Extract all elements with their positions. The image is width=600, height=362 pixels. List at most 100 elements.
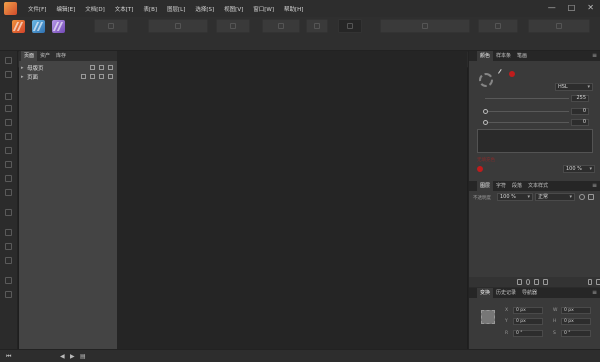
document-setup-button[interactable] (94, 19, 128, 33)
brush-tool-icon[interactable] (5, 133, 12, 140)
fill-color-swatch[interactable] (509, 71, 515, 77)
hand-tool-icon[interactable] (5, 277, 12, 284)
trash-icon[interactable] (596, 279, 600, 285)
add-page-icon[interactable] (90, 65, 95, 70)
slider-knob[interactable] (483, 109, 488, 114)
slider-lightness[interactable]: 0 (479, 119, 589, 126)
tab-transform[interactable]: 变换 (477, 288, 494, 298)
menu-layer[interactable]: 图层[L] (167, 5, 185, 13)
h-field[interactable]: 0 px (561, 318, 591, 325)
pages-row[interactable]: ▸ 页面 (19, 73, 117, 81)
delete-page-icon[interactable] (108, 65, 113, 70)
publisher-persona-icon[interactable] (12, 20, 25, 33)
preview-mode-button[interactable] (338, 19, 362, 33)
gear-icon[interactable] (579, 194, 585, 200)
master-pages-row[interactable]: ▸ 母版页 (19, 64, 117, 72)
slider-value[interactable]: 0 (571, 108, 589, 115)
group-icon[interactable] (543, 279, 548, 285)
move-tool-icon[interactable] (5, 57, 12, 64)
tab-history[interactable]: 历史记录 (493, 288, 519, 298)
tab-character[interactable]: 字符 (493, 181, 509, 191)
tab-swatches[interactable]: 样本条 (493, 51, 514, 61)
first-page-icon[interactable]: ⏮ (6, 353, 11, 360)
slider-saturation[interactable]: 0 (479, 108, 589, 115)
fill-stroke-selector[interactable] (479, 73, 493, 87)
zoom-tool-icon[interactable] (5, 291, 12, 298)
tab-color[interactable]: 颜色 (477, 51, 494, 61)
slider-hue[interactable]: 255 (479, 95, 589, 102)
color-picker-icon[interactable] (498, 69, 505, 76)
panel-menu-icon[interactable]: ≡ (592, 289, 597, 296)
blend-mode-select[interactable]: 正常 ▾ (535, 193, 575, 201)
menu-window[interactable]: 窗口[W] (253, 5, 274, 13)
align-buttons[interactable] (478, 19, 518, 33)
shear-field[interactable]: 0 ° (561, 330, 591, 337)
page-icon[interactable]: ▤ (80, 353, 86, 360)
pencil-tool-icon[interactable] (5, 105, 12, 112)
table-tool-icon[interactable] (5, 189, 12, 196)
close-icon[interactable]: ✕ (587, 3, 594, 12)
fill-tool-icon[interactable] (5, 229, 12, 236)
mask-icon[interactable] (517, 279, 522, 285)
prev-page-icon[interactable]: ◀ (60, 353, 65, 360)
color-opacity-field[interactable]: 100 % ▾ (563, 165, 595, 173)
document-canvas[interactable] (117, 51, 467, 349)
crop-tool-icon[interactable] (5, 209, 12, 216)
duplicate-page-icon[interactable] (99, 74, 104, 79)
insert-buttons[interactable] (528, 19, 590, 33)
menu-edit[interactable]: 编辑[E] (56, 5, 75, 13)
snapping-button[interactable] (262, 19, 300, 33)
menu-document[interactable]: 文档[D] (85, 5, 105, 13)
tab-stock[interactable]: 库存 (53, 51, 69, 61)
slider-value[interactable]: 255 (571, 95, 589, 102)
arrange-button[interactable] (216, 19, 250, 33)
boolean-ops-buttons[interactable] (380, 19, 470, 33)
gradient-tool-icon[interactable] (5, 243, 12, 250)
panel-menu-icon[interactable]: ≡ (592, 52, 597, 59)
panel-menu-icon[interactable]: ≡ (592, 182, 597, 189)
tab-pages[interactable]: 页面 (21, 51, 38, 61)
menu-help[interactable]: 帮助[H] (284, 5, 303, 13)
picker-tool-icon[interactable] (5, 257, 12, 264)
spread-icon[interactable] (81, 74, 86, 79)
view-mode-buttons[interactable] (148, 19, 208, 33)
menu-file[interactable]: 文件[F] (28, 5, 46, 13)
slider-knob[interactable] (483, 120, 488, 125)
tab-assets[interactable]: 资产 (37, 51, 53, 61)
tab-stroke[interactable]: 笔画 (514, 51, 530, 61)
layer-opacity-select[interactable]: 100 % ▾ (497, 193, 533, 201)
duplicate-page-icon[interactable] (99, 65, 104, 70)
next-page-icon[interactable]: ▶ (70, 353, 75, 360)
add-page-icon[interactable] (90, 74, 95, 79)
tab-layers[interactable]: 图层 (477, 181, 494, 191)
transform-button[interactable] (306, 19, 328, 33)
designer-persona-icon[interactable] (52, 20, 65, 33)
lock-icon[interactable] (588, 194, 594, 200)
maximize-icon[interactable]: □ (568, 3, 576, 12)
menu-text[interactable]: 文本[T] (115, 5, 134, 13)
color-mode-select[interactable]: HSL ▾ (555, 83, 593, 91)
menu-select[interactable]: 选择[S] (195, 5, 214, 13)
tab-paragraph[interactable]: 段落 (509, 181, 525, 191)
tab-navigator[interactable]: 导航器 (519, 288, 540, 298)
tab-text-styles[interactable]: 文本样式 (525, 181, 551, 191)
pen-tool-icon[interactable] (5, 93, 12, 100)
node-tool-icon[interactable] (5, 71, 12, 78)
menu-table[interactable]: 表[B] (143, 5, 157, 13)
rectangle-tool-icon[interactable] (5, 161, 12, 168)
y-field[interactable]: 0 px (513, 318, 543, 325)
frame-tool-icon[interactable] (5, 147, 12, 154)
rotation-field[interactable]: 0 ° (513, 330, 543, 337)
adjustment-icon[interactable] (525, 279, 531, 285)
anchor-selector-icon[interactable] (481, 310, 495, 324)
photo-persona-icon[interactable] (32, 20, 45, 33)
slider-value[interactable]: 0 (571, 119, 589, 126)
menu-view[interactable]: 视图[V] (224, 5, 243, 13)
x-field[interactable]: 0 px (513, 307, 543, 314)
w-field[interactable]: 0 px (561, 307, 591, 314)
fx-icon[interactable] (534, 279, 540, 285)
minimize-icon[interactable]: — (548, 3, 556, 12)
add-layer-icon[interactable] (587, 279, 593, 285)
delete-page-icon[interactable] (108, 74, 113, 79)
ellipse-tool-icon[interactable] (5, 175, 12, 182)
